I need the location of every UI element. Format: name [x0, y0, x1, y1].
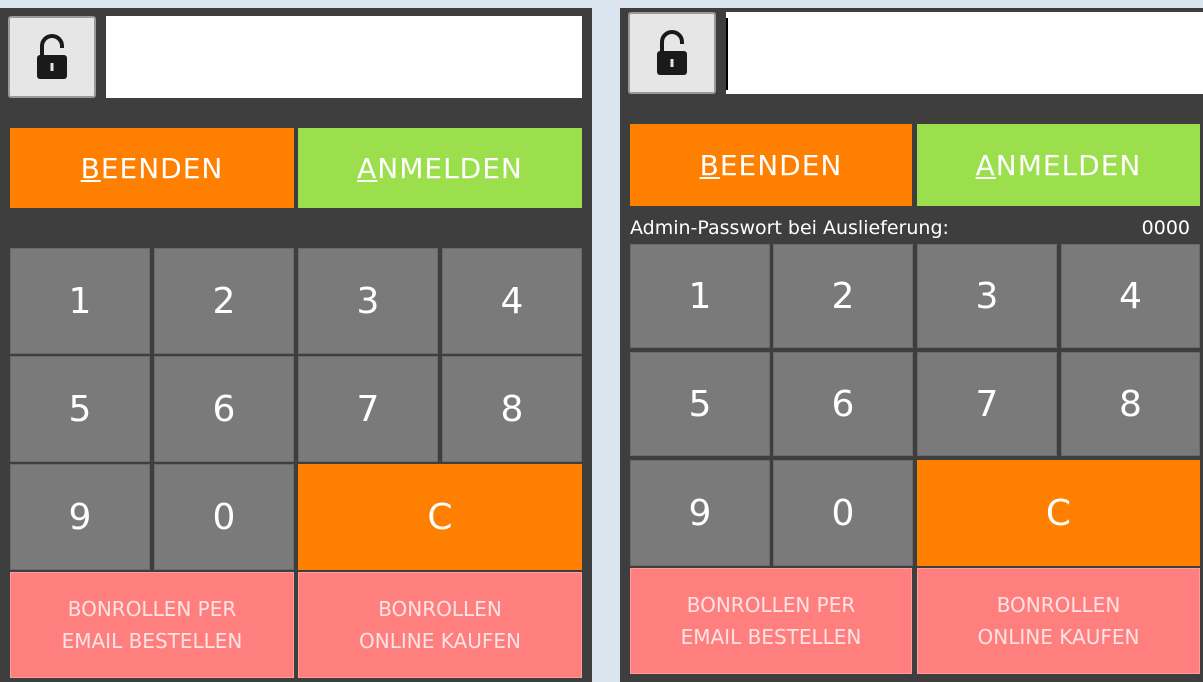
- key-1[interactable]: 1: [630, 244, 770, 348]
- key-3[interactable]: 3: [917, 244, 1057, 348]
- login-button-label: ANMELDEN: [975, 148, 1142, 182]
- order-by-email-button[interactable]: BONROLLEN PER EMAIL BESTELLEN: [630, 568, 912, 674]
- quit-button[interactable]: BEENDEN: [10, 128, 294, 208]
- clear-button[interactable]: C: [917, 460, 1200, 566]
- key-5[interactable]: 5: [630, 352, 770, 456]
- lock-button[interactable]: [628, 12, 716, 94]
- key-1[interactable]: 1: [10, 248, 150, 354]
- clear-button[interactable]: C: [298, 464, 582, 570]
- key-3[interactable]: 3: [298, 248, 438, 354]
- buy-online-button[interactable]: BONROLLEN ONLINE KAUFEN: [917, 568, 1200, 674]
- admin-password-label: Admin-Passwort bei Auslieferung:: [630, 217, 949, 239]
- login-button[interactable]: ANMELDEN: [298, 128, 582, 208]
- key-6[interactable]: 6: [773, 352, 913, 456]
- admin-password-note: Admin-Passwort bei Auslieferung: 0000: [630, 214, 1190, 242]
- key-2[interactable]: 2: [773, 244, 913, 348]
- password-input[interactable]: [726, 12, 1203, 94]
- key-4[interactable]: 4: [442, 248, 582, 354]
- login-panel-left: BEENDEN ANMELDEN 1 2 3 4 5 6 7 8 9 0 C B…: [0, 8, 592, 682]
- key-5[interactable]: 5: [10, 356, 150, 462]
- key-4[interactable]: 4: [1061, 244, 1200, 348]
- login-button-label: ANMELDEN: [357, 151, 523, 185]
- login-button[interactable]: ANMELDEN: [917, 124, 1200, 206]
- lock-button[interactable]: [8, 16, 96, 98]
- key-9[interactable]: 9: [630, 460, 770, 566]
- order-by-email-label: BONROLLEN PER EMAIL BESTELLEN: [61, 597, 243, 653]
- buy-online-label: BONROLLEN ONLINE KAUFEN: [977, 593, 1140, 649]
- key-7[interactable]: 7: [298, 356, 438, 462]
- quit-button[interactable]: BEENDEN: [630, 124, 912, 206]
- order-by-email-label: BONROLLEN PER EMAIL BESTELLEN: [680, 593, 862, 649]
- login-panel-right: BEENDEN ANMELDEN Admin-Passwort bei Ausl…: [620, 8, 1203, 682]
- key-0[interactable]: 0: [773, 460, 913, 566]
- order-by-email-button[interactable]: BONROLLEN PER EMAIL BESTELLEN: [10, 572, 294, 678]
- admin-password-value: 0000: [1141, 217, 1190, 239]
- text-cursor: [726, 18, 728, 90]
- key-6[interactable]: 6: [154, 356, 294, 462]
- padlock-icon: [657, 30, 687, 75]
- password-input[interactable]: [106, 16, 582, 98]
- quit-button-label: BEENDEN: [699, 148, 843, 182]
- key-8[interactable]: 8: [1061, 352, 1200, 456]
- buy-online-button[interactable]: BONROLLEN ONLINE KAUFEN: [298, 572, 582, 678]
- key-9[interactable]: 9: [10, 464, 150, 570]
- key-2[interactable]: 2: [154, 248, 294, 354]
- key-8[interactable]: 8: [442, 356, 582, 462]
- key-7[interactable]: 7: [917, 352, 1057, 456]
- quit-button-label: BEENDEN: [80, 151, 224, 185]
- buy-online-label: BONROLLEN ONLINE KAUFEN: [359, 597, 521, 653]
- key-0[interactable]: 0: [154, 464, 294, 570]
- padlock-icon: [37, 34, 67, 79]
